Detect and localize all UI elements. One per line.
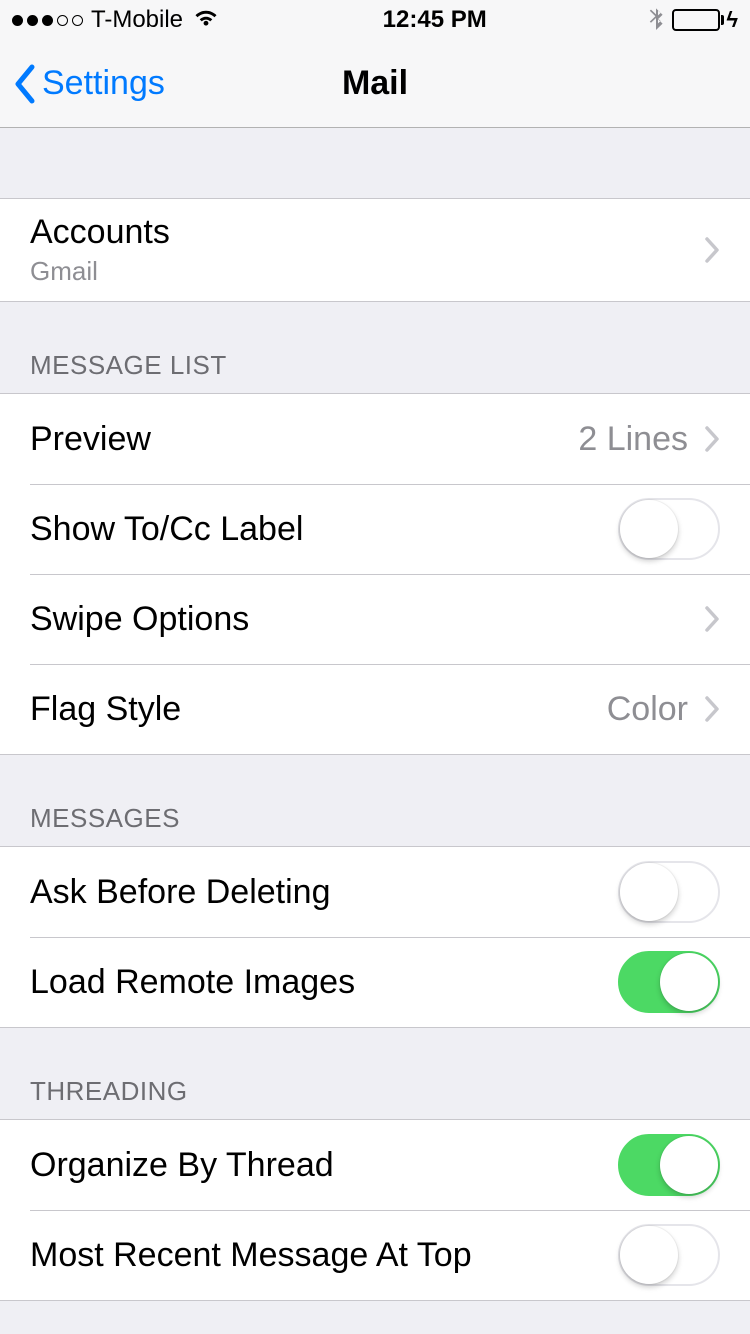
most-recent-top-label: Most Recent Message At Top [30, 1236, 618, 1275]
page-title: Mail [342, 64, 408, 103]
load-remote-images-switch[interactable] [618, 951, 720, 1013]
chevron-right-icon [704, 236, 720, 264]
flag-style-row[interactable]: Flag Style Color [0, 664, 750, 754]
load-remote-images-label: Load Remote Images [30, 963, 618, 1002]
carrier-label: T-Mobile [91, 6, 183, 34]
flag-style-label: Flag Style [30, 690, 607, 729]
chevron-right-icon [704, 695, 720, 723]
status-time: 12:45 PM [383, 6, 487, 34]
nav-bar: Settings Mail [0, 40, 750, 128]
organize-by-thread-switch[interactable] [618, 1134, 720, 1196]
preview-value: 2 Lines [578, 420, 688, 459]
messages-group: Ask Before Deleting Load Remote Images [0, 846, 750, 1028]
status-right: ϟ [648, 4, 738, 37]
accounts-group: Accounts Gmail [0, 198, 750, 302]
charging-icon: ϟ [726, 7, 738, 33]
back-label: Settings [42, 64, 165, 103]
preview-label: Preview [30, 420, 578, 459]
ask-before-deleting-row: Ask Before Deleting [0, 847, 750, 937]
load-remote-images-row: Load Remote Images [0, 937, 750, 1027]
swipe-options-label: Swipe Options [30, 600, 704, 639]
most-recent-top-switch[interactable] [618, 1224, 720, 1286]
accounts-title: Accounts [30, 213, 704, 252]
swipe-options-row[interactable]: Swipe Options [0, 574, 750, 664]
status-bar: T-Mobile 12:45 PM ϟ [0, 0, 750, 40]
accounts-row[interactable]: Accounts Gmail [0, 199, 750, 301]
organize-by-thread-label: Organize By Thread [30, 1146, 618, 1185]
accounts-subtitle: Gmail [30, 256, 704, 287]
flag-style-value: Color [607, 690, 688, 729]
back-button[interactable]: Settings [12, 64, 165, 104]
preview-row[interactable]: Preview 2 Lines [0, 394, 750, 484]
chevron-left-icon [12, 64, 36, 104]
wifi-icon [191, 6, 221, 35]
message-list-group: Preview 2 Lines Show To/Cc Label Swipe O… [0, 393, 750, 755]
threading-group: Organize By Thread Most Recent Message A… [0, 1119, 750, 1301]
battery-icon: ϟ [672, 7, 738, 33]
ask-before-deleting-switch[interactable] [618, 861, 720, 923]
bluetooth-icon [648, 4, 664, 37]
show-tocc-switch[interactable] [618, 498, 720, 560]
organize-by-thread-row: Organize By Thread [0, 1120, 750, 1210]
status-left: T-Mobile [12, 6, 221, 35]
ask-before-deleting-label: Ask Before Deleting [30, 873, 618, 912]
section-header-threading: THREADING [0, 1028, 750, 1119]
show-tocc-label: Show To/Cc Label [30, 510, 618, 549]
chevron-right-icon [704, 425, 720, 453]
chevron-right-icon [704, 605, 720, 633]
most-recent-top-row: Most Recent Message At Top [0, 1210, 750, 1300]
signal-strength-icon [12, 15, 83, 26]
section-header-message-list: MESSAGE LIST [0, 302, 750, 393]
show-tocc-row: Show To/Cc Label [0, 484, 750, 574]
section-header-messages: MESSAGES [0, 755, 750, 846]
